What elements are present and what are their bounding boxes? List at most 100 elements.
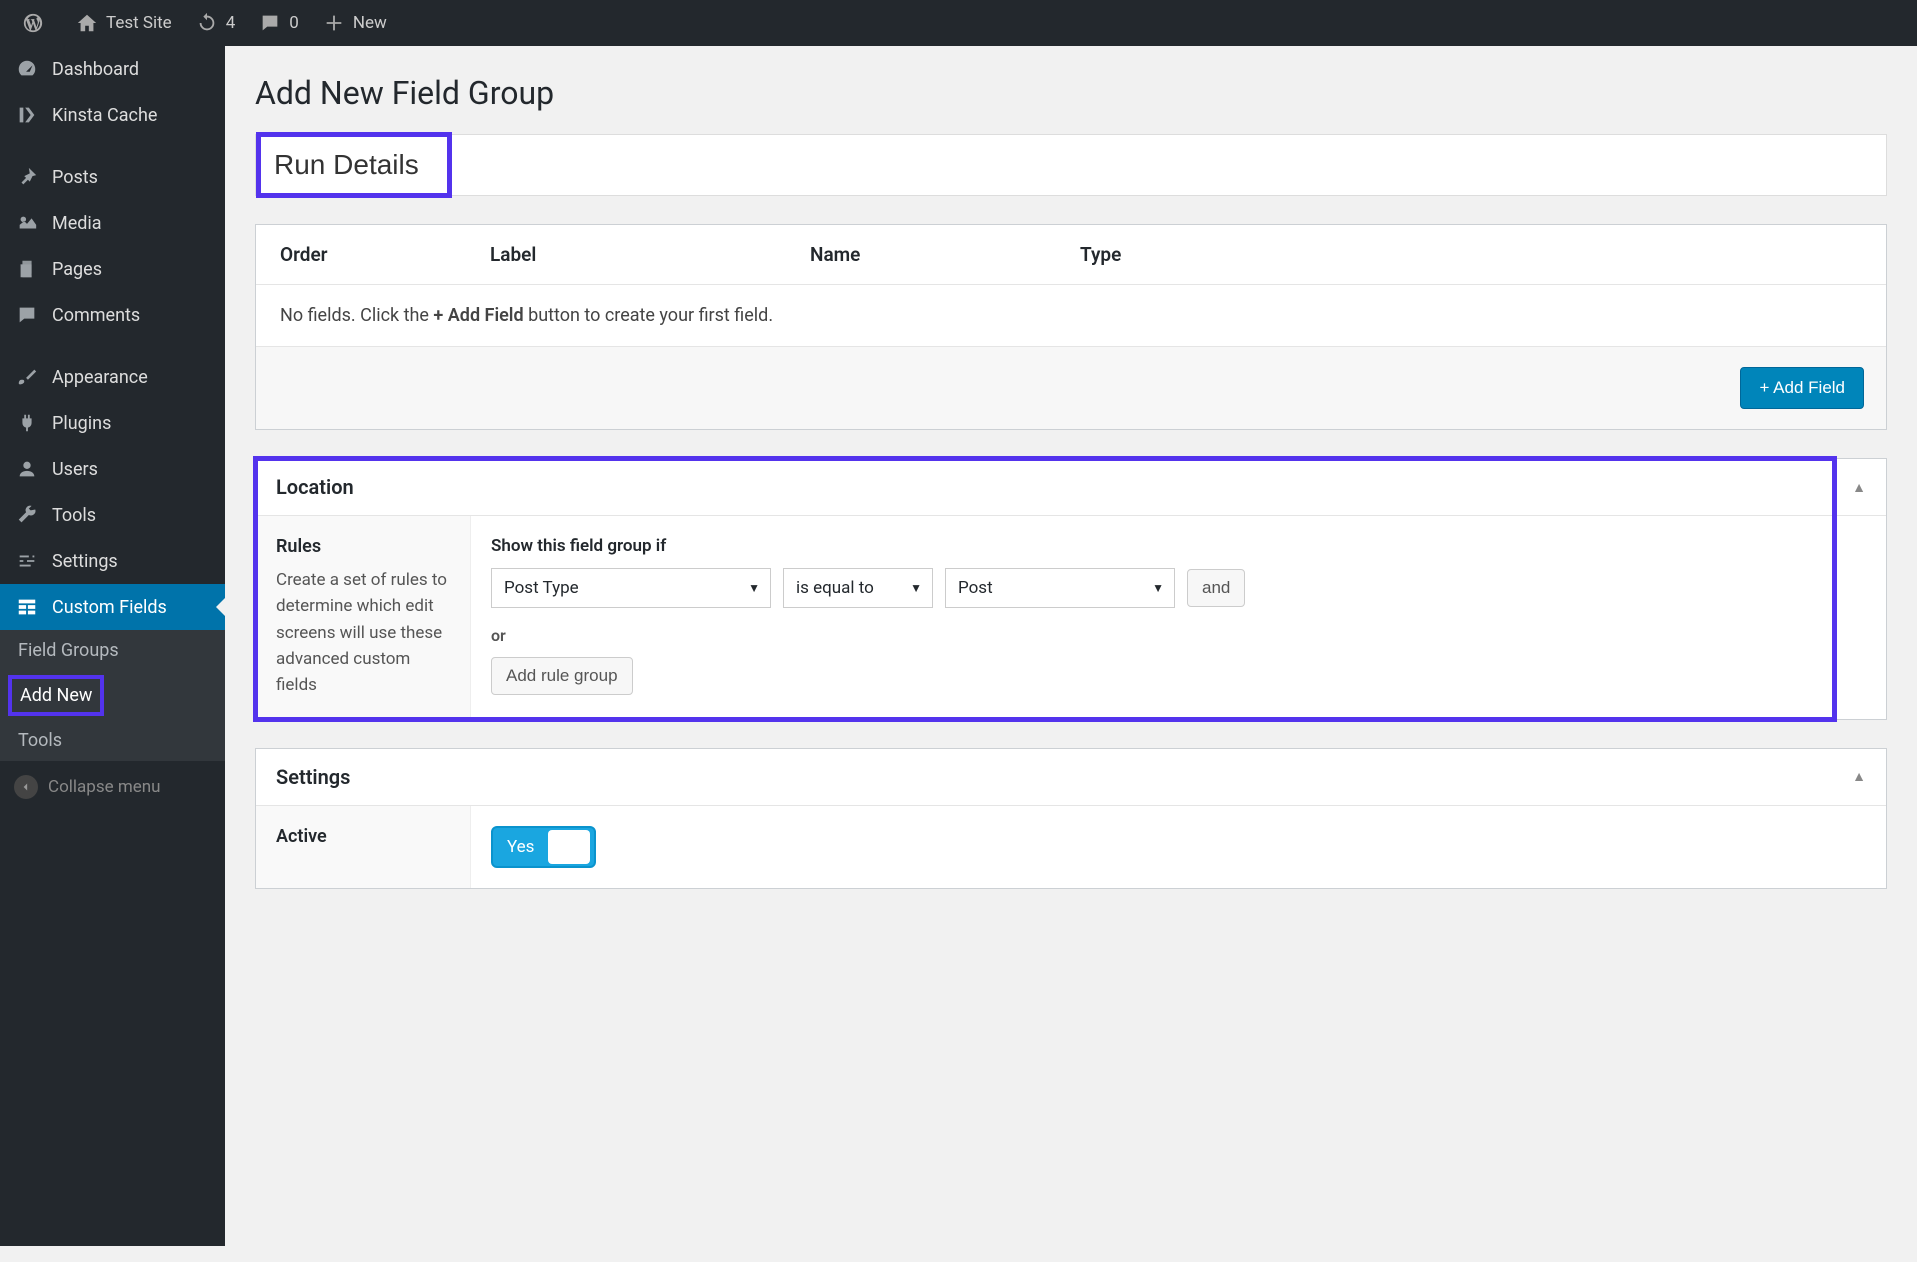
sidebar-item-label: Appearance xyxy=(52,367,148,388)
dashboard-icon xyxy=(14,58,40,80)
add-field-button[interactable]: + Add Field xyxy=(1740,367,1864,409)
location-heading-row: Location ▲ xyxy=(256,459,1886,516)
toggle-knob xyxy=(548,830,590,864)
sidebar-item-users[interactable]: Users xyxy=(0,446,225,492)
comment-icon xyxy=(259,12,281,34)
active-label: Active xyxy=(256,806,471,888)
user-icon xyxy=(14,458,40,480)
add-rule-group-button[interactable]: Add rule group xyxy=(491,657,633,695)
updates-link[interactable]: 4 xyxy=(184,0,248,46)
empty-pre: No fields. Click the xyxy=(280,305,433,326)
sidebar-item-label: Users xyxy=(52,459,98,480)
sidebar-item-label: Media xyxy=(52,213,102,234)
sidebar-item-posts[interactable]: Posts xyxy=(0,154,225,200)
sidebar-item-label: Posts xyxy=(52,167,98,188)
sidebar-item-label: Plugins xyxy=(52,413,111,434)
location-heading: Location xyxy=(276,475,354,499)
sidebar-item-tools[interactable]: Tools xyxy=(0,492,225,538)
sidebar-item-pages[interactable]: Pages xyxy=(0,246,225,292)
sidebar-item-comments[interactable]: Comments xyxy=(0,292,225,338)
sidebar-submenu: Field Groups Add New Tools xyxy=(0,630,225,761)
location-body: Rules Create a set of rules to determine… xyxy=(256,516,1886,719)
rules-sidebar: Rules Create a set of rules to determine… xyxy=(256,516,471,719)
col-label: Label xyxy=(490,243,810,266)
sidebar-item-media[interactable]: Media xyxy=(0,200,225,246)
sidebar-item-label: Tools xyxy=(52,505,96,526)
plus-icon xyxy=(323,12,345,34)
col-name: Name xyxy=(810,243,1080,266)
rule-operator-value: is equal to xyxy=(796,578,874,598)
new-content-link[interactable]: New xyxy=(311,0,399,46)
rules-title: Rules xyxy=(276,536,450,557)
col-order: Order xyxy=(280,243,490,266)
updates-count: 4 xyxy=(226,13,236,33)
rules-description: Create a set of rules to determine which… xyxy=(276,567,450,699)
submenu-item-add-new[interactable]: Add New xyxy=(8,675,104,716)
submenu-item-field-groups[interactable]: Field Groups xyxy=(0,630,225,671)
active-toggle[interactable]: Yes xyxy=(491,826,596,868)
active-control: Yes xyxy=(471,806,1886,888)
chevron-down-icon: ▼ xyxy=(1152,581,1164,595)
comments-link[interactable]: 0 xyxy=(247,0,311,46)
sidebar-item-label: Comments xyxy=(52,305,140,326)
chevron-down-icon: ▼ xyxy=(910,581,922,595)
collapse-icon xyxy=(14,775,38,799)
empty-fields-message: No fields. Click the + Add Field button … xyxy=(256,285,1886,347)
chevron-down-icon: ▼ xyxy=(748,581,760,595)
wp-logo[interactable] xyxy=(10,0,64,46)
collapse-menu-button[interactable]: Collapse menu xyxy=(0,761,225,813)
media-icon xyxy=(14,212,40,234)
sidebar-item-settings[interactable]: Settings xyxy=(0,538,225,584)
col-type: Type xyxy=(1080,243,1862,266)
sidebar-item-label: Dashboard xyxy=(52,59,139,80)
collapse-label: Collapse menu xyxy=(48,777,161,797)
rule-value-select[interactable]: Post ▼ xyxy=(945,568,1175,608)
or-label: or xyxy=(491,626,1866,645)
field-group-title-input[interactable] xyxy=(256,135,1886,195)
sidebar-item-custom-fields[interactable]: Custom Fields xyxy=(0,584,225,630)
sidebar-item-label: Custom Fields xyxy=(52,597,167,618)
collapse-panel-icon[interactable]: ▲ xyxy=(1852,479,1866,496)
kinsta-icon xyxy=(14,104,40,126)
sidebar-item-kinsta[interactable]: Kinsta Cache xyxy=(0,92,225,138)
location-panel: Location ▲ Rules Create a set of rules t… xyxy=(255,458,1887,720)
menu-arrow-icon xyxy=(216,597,226,617)
comments-count: 0 xyxy=(289,13,299,33)
sidebar-item-plugins[interactable]: Plugins xyxy=(0,400,225,446)
admin-sidebar: Dashboard Kinsta Cache Posts Media Pages… xyxy=(0,46,225,1246)
new-label: New xyxy=(353,13,387,33)
submenu-item-tools[interactable]: Tools xyxy=(0,720,225,761)
rule-value-value: Post xyxy=(958,578,993,598)
rule-param-value: Post Type xyxy=(504,578,579,598)
sidebar-item-dashboard[interactable]: Dashboard xyxy=(0,46,225,92)
settings-heading-row: Settings ▲ xyxy=(256,749,1886,806)
collapse-panel-icon[interactable]: ▲ xyxy=(1852,768,1866,785)
site-name-label: Test Site xyxy=(106,13,172,33)
rule-operator-select[interactable]: is equal to ▼ xyxy=(783,568,933,608)
brush-icon xyxy=(14,366,40,388)
content-area: Add New Field Group Order Label Name Typ… xyxy=(225,46,1917,1246)
rule-param-select[interactable]: Post Type ▼ xyxy=(491,568,771,608)
comment-icon xyxy=(14,304,40,326)
rules-editor: Show this field group if Post Type ▼ is … xyxy=(471,516,1886,719)
rule-group-row: Post Type ▼ is equal to ▼ Post ▼ and xyxy=(491,568,1866,608)
page-title: Add New Field Group xyxy=(255,74,1887,112)
site-name-link[interactable]: Test Site xyxy=(64,0,184,46)
fields-panel: Order Label Name Type No fields. Click t… xyxy=(255,224,1887,430)
sidebar-item-appearance[interactable]: Appearance xyxy=(0,354,225,400)
active-toggle-label: Yes xyxy=(493,837,548,857)
home-icon xyxy=(76,12,98,34)
empty-post: button to create your first field. xyxy=(524,305,773,326)
add-and-button[interactable]: and xyxy=(1187,569,1245,607)
sidebar-item-label: Kinsta Cache xyxy=(52,105,157,126)
sliders-icon xyxy=(14,550,40,572)
empty-bold: + Add Field xyxy=(433,305,523,326)
wordpress-icon xyxy=(22,12,44,34)
settings-active-row: Active Yes xyxy=(256,806,1886,888)
settings-panel: Settings ▲ Active Yes xyxy=(255,748,1887,889)
sidebar-item-label: Settings xyxy=(52,551,118,572)
sidebar-item-label: Pages xyxy=(52,259,102,280)
fields-table-header: Order Label Name Type xyxy=(256,225,1886,285)
admin-bar: Test Site 4 0 New xyxy=(0,0,1917,46)
grid-icon xyxy=(14,596,40,618)
